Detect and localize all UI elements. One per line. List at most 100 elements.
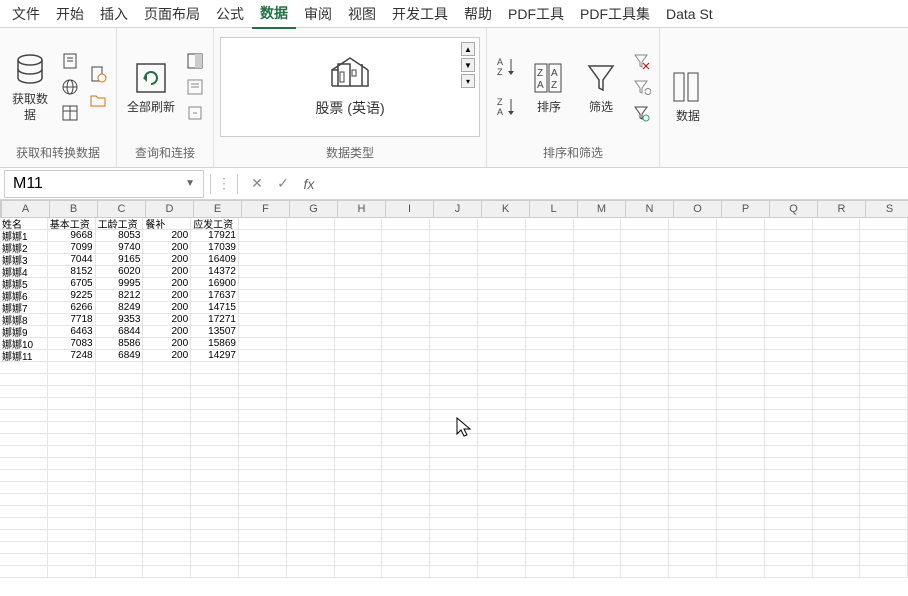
cell[interactable] <box>574 494 622 506</box>
cell[interactable] <box>717 446 765 458</box>
cell[interactable] <box>335 530 383 542</box>
cell[interactable]: 7044 <box>48 254 96 266</box>
cell[interactable]: 14715 <box>191 302 239 314</box>
cell[interactable] <box>669 482 717 494</box>
cell[interactable] <box>48 410 96 422</box>
cell[interactable] <box>143 398 191 410</box>
cell[interactable] <box>335 278 383 290</box>
cell[interactable] <box>382 254 430 266</box>
column-header-B[interactable]: B <box>50 200 98 218</box>
cell[interactable] <box>478 398 526 410</box>
cell[interactable] <box>335 350 383 362</box>
cell[interactable] <box>526 254 574 266</box>
cell[interactable] <box>287 374 335 386</box>
cell[interactable] <box>574 254 622 266</box>
tab-pdf-tools[interactable]: PDF工具 <box>500 0 572 28</box>
cell[interactable] <box>621 434 669 446</box>
from-table-button[interactable] <box>58 101 82 125</box>
column-header-C[interactable]: C <box>98 200 146 218</box>
cell[interactable]: 200 <box>143 326 191 338</box>
cell[interactable] <box>621 314 669 326</box>
enter-formula-button[interactable]: ✓ <box>272 173 294 195</box>
cell[interactable] <box>621 410 669 422</box>
cell[interactable] <box>0 422 48 434</box>
cell[interactable] <box>813 374 861 386</box>
cell[interactable] <box>574 446 622 458</box>
cell[interactable] <box>96 422 144 434</box>
cell[interactable] <box>717 278 765 290</box>
cell[interactable] <box>621 482 669 494</box>
cell[interactable] <box>526 338 574 350</box>
cell[interactable] <box>765 278 813 290</box>
cell[interactable] <box>526 302 574 314</box>
cell[interactable]: 7718 <box>48 314 96 326</box>
cell[interactable] <box>574 386 622 398</box>
cell[interactable] <box>287 434 335 446</box>
cell[interactable] <box>0 518 48 530</box>
edit-links-button[interactable] <box>183 101 207 125</box>
cell[interactable] <box>669 554 717 566</box>
cell[interactable] <box>717 386 765 398</box>
cell[interactable] <box>478 470 526 482</box>
cell[interactable]: 17921 <box>191 230 239 242</box>
cell[interactable] <box>382 470 430 482</box>
cell[interactable] <box>48 494 96 506</box>
cell[interactable] <box>335 434 383 446</box>
cell[interactable] <box>48 362 96 374</box>
cell[interactable] <box>143 566 191 578</box>
cell[interactable] <box>621 266 669 278</box>
cell[interactable] <box>430 338 478 350</box>
cell[interactable] <box>430 542 478 554</box>
cell[interactable]: 200 <box>143 350 191 362</box>
cell[interactable] <box>765 470 813 482</box>
tab-file[interactable]: 文件 <box>4 0 48 28</box>
cell[interactable] <box>813 386 861 398</box>
cell[interactable] <box>287 350 335 362</box>
cell[interactable] <box>287 254 335 266</box>
cell[interactable] <box>430 422 478 434</box>
cell[interactable] <box>96 542 144 554</box>
cell[interactable] <box>96 410 144 422</box>
cell[interactable] <box>574 266 622 278</box>
cell[interactable] <box>526 218 574 230</box>
cell[interactable] <box>382 266 430 278</box>
cell[interactable]: 200 <box>143 230 191 242</box>
column-header-I[interactable]: I <box>386 200 434 218</box>
cell[interactable] <box>430 470 478 482</box>
cell[interactable]: 9740 <box>96 242 144 254</box>
cell[interactable]: 14297 <box>191 350 239 362</box>
cell[interactable] <box>813 446 861 458</box>
cell[interactable] <box>526 230 574 242</box>
cell[interactable]: 7248 <box>48 350 96 362</box>
column-header-D[interactable]: D <box>146 200 194 218</box>
cell[interactable] <box>478 518 526 530</box>
cell[interactable] <box>287 338 335 350</box>
cell[interactable] <box>335 386 383 398</box>
cell[interactable] <box>382 314 430 326</box>
cell[interactable] <box>239 566 287 578</box>
cell[interactable] <box>574 302 622 314</box>
cell[interactable] <box>239 386 287 398</box>
cell[interactable] <box>526 518 574 530</box>
cell[interactable] <box>813 242 861 254</box>
cell[interactable] <box>335 290 383 302</box>
cell[interactable] <box>287 482 335 494</box>
advanced-filter-button[interactable] <box>629 101 653 125</box>
column-header-L[interactable]: L <box>530 200 578 218</box>
cell[interactable] <box>765 530 813 542</box>
cell[interactable] <box>860 218 908 230</box>
cell[interactable] <box>478 530 526 542</box>
cell[interactable] <box>382 374 430 386</box>
cell[interactable] <box>574 314 622 326</box>
cell[interactable] <box>574 350 622 362</box>
cell[interactable] <box>335 266 383 278</box>
cell[interactable] <box>382 350 430 362</box>
cell[interactable] <box>813 542 861 554</box>
cell[interactable] <box>860 458 908 470</box>
cell[interactable] <box>0 446 48 458</box>
cell[interactable] <box>96 518 144 530</box>
cell[interactable] <box>574 554 622 566</box>
cell[interactable] <box>382 230 430 242</box>
cell[interactable] <box>621 554 669 566</box>
cell[interactable] <box>287 494 335 506</box>
